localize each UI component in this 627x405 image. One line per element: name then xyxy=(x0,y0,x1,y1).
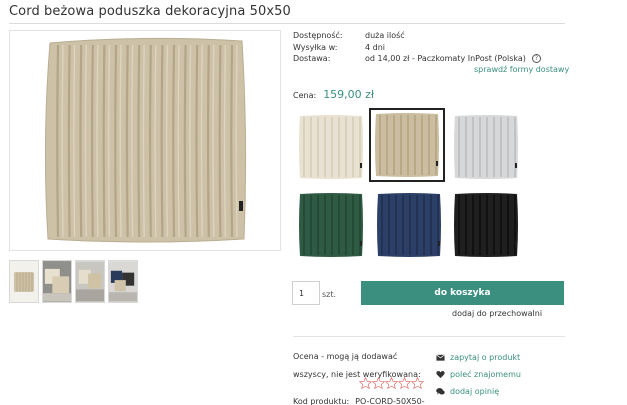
shipping-time-label: Wysyłka w: xyxy=(293,42,338,52)
recommend-to-friend-link[interactable]: poleć znajomemu xyxy=(436,366,521,383)
variant-swatch-beige[interactable] xyxy=(369,108,445,182)
shipping-time-value: 4 dni xyxy=(365,42,386,52)
heart-icon xyxy=(436,371,445,379)
envelope-icon xyxy=(436,354,445,361)
quantity-unit: szt. xyxy=(322,290,337,299)
shipping-options-link[interactable]: sprawdź formy dostawy xyxy=(474,65,569,74)
availability-row: Dostępność: duża ilość xyxy=(293,30,541,42)
thumbnail-2[interactable] xyxy=(42,260,72,303)
product-code-row: Kod produktu: PO-CORD-50X50- xyxy=(293,397,425,405)
recommend-to-friend-label: poleć znajomemu xyxy=(450,370,521,379)
delivery-value: od 14,00 zł - Paczkomaty InPost (Polska) xyxy=(365,54,526,64)
star-icon[interactable] xyxy=(398,377,411,389)
variant-swatch-black[interactable] xyxy=(448,188,524,262)
delivery-label: Dostawa: xyxy=(293,54,331,64)
price-value: 159,00 zł xyxy=(323,88,375,101)
variant-swatch-grey[interactable] xyxy=(448,110,524,184)
quantity-input[interactable]: 1 xyxy=(292,281,320,305)
thumbnail-strip xyxy=(9,260,138,303)
star-icon[interactable] xyxy=(372,377,385,389)
variant-swatch-cream[interactable] xyxy=(293,110,369,184)
thumbnail-3[interactable] xyxy=(75,260,105,303)
add-review-link[interactable]: dodaj opinię xyxy=(436,383,521,400)
ask-about-product-label: zapytaj o produkt xyxy=(450,353,521,362)
product-code-label: Kod produktu: xyxy=(293,397,350,405)
product-code-value: PO-CORD-50X50- xyxy=(355,397,425,405)
star-icon[interactable] xyxy=(385,377,398,389)
product-info: Dostępność: duża ilość Wysyłka w: 4 dni … xyxy=(293,30,541,65)
availability-value: duża ilość xyxy=(365,31,405,41)
thumbnail-4[interactable] xyxy=(108,260,138,303)
add-to-storage-link[interactable]: dodaj do przechowalni xyxy=(452,309,542,318)
price-label: Cena: xyxy=(293,91,317,100)
variant-swatch-navy[interactable] xyxy=(371,188,447,262)
question-icon[interactable]: ? xyxy=(531,54,541,64)
add-review-label: dodaj opinię xyxy=(450,387,500,396)
variant-swatch-green[interactable] xyxy=(293,188,369,262)
pillow-illustration xyxy=(44,37,247,243)
price-row: Cena: 159,00 zł xyxy=(293,88,374,101)
add-to-cart-button[interactable]: do koszyka xyxy=(361,281,564,305)
comments-icon xyxy=(436,388,445,395)
product-title: Cord beżowa poduszka dekoracyjna 50x50 xyxy=(9,4,291,19)
delivery-row: Dostawa: od 14,00 zł - Paczkomaty InPost… xyxy=(293,53,541,65)
star-icon[interactable] xyxy=(411,377,424,389)
main-product-image[interactable] xyxy=(9,30,281,251)
product-actions: zapytaj o produkt poleć znajomemu dodaj … xyxy=(436,349,521,400)
ask-about-product-link[interactable]: zapytaj o produkt xyxy=(436,349,521,366)
availability-label: Dostępność: xyxy=(293,31,343,41)
shipping-time-row: Wysyłka w: 4 dni xyxy=(293,42,541,54)
title-divider xyxy=(9,23,565,24)
rating-stars xyxy=(359,377,424,389)
section-divider xyxy=(293,336,565,337)
star-icon[interactable] xyxy=(359,377,372,389)
thumbnail-1[interactable] xyxy=(9,260,39,303)
